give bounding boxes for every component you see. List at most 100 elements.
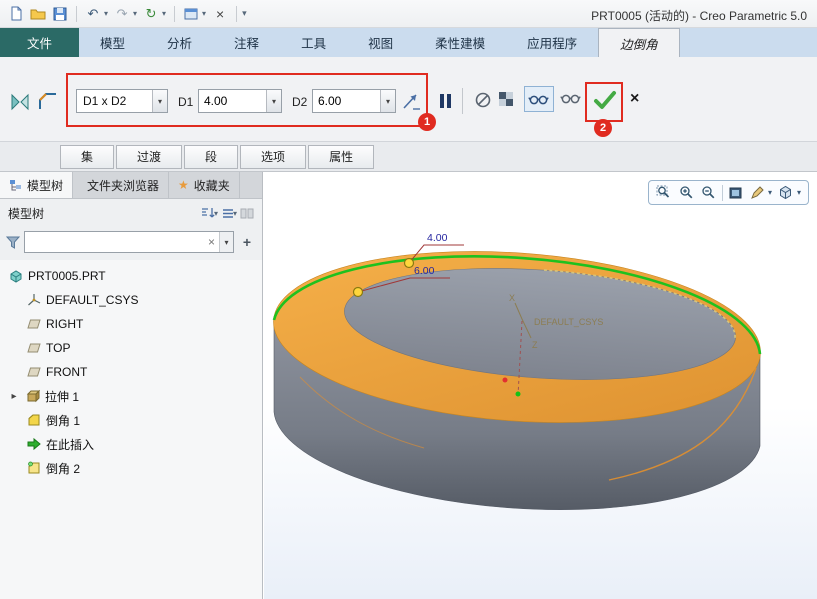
panel-tab-pieces[interactable]: 段 — [184, 145, 238, 169]
customize-toolbar-caret-icon[interactable]: ▾ — [242, 8, 247, 19]
display-style-button[interactable] — [749, 185, 765, 201]
tree-item-insert-here[interactable]: 在此插入 — [0, 432, 262, 456]
redo-icon[interactable]: ↷ — [114, 5, 130, 23]
tab-analysis[interactable]: 分析 — [146, 28, 213, 57]
panel-tab-options[interactable]: 选项 — [240, 145, 306, 169]
attached-preview-button[interactable] — [524, 86, 554, 112]
saved-views-caret-icon[interactable]: ▾ — [797, 188, 801, 197]
annotation-badge-1: 1 — [418, 113, 436, 131]
preview-checker-icon[interactable] — [498, 91, 515, 108]
panel-tab-transitions[interactable]: 过渡 — [116, 145, 182, 169]
dimension-scheme-value: D1 x D2 — [77, 90, 152, 112]
drag-handle[interactable] — [405, 259, 414, 268]
green-point — [516, 392, 521, 397]
detached-preview-button[interactable] — [560, 92, 582, 105]
d1-value-input[interactable] — [199, 90, 266, 112]
save-icon[interactable] — [52, 5, 68, 23]
d2-value-input[interactable] — [313, 90, 380, 112]
regenerate-icon[interactable]: ↻ — [143, 5, 159, 23]
tab-label: 收藏夹 — [194, 177, 230, 194]
close-window-icon[interactable]: × — [212, 5, 228, 23]
filter-funnel-icon[interactable] — [6, 236, 20, 249]
tree-filters-button[interactable]: ▾ — [200, 206, 218, 220]
dimension-d1-text[interactable]: 4.00 — [427, 232, 448, 244]
windows-icon[interactable] — [183, 5, 199, 23]
panel-tab-sets[interactable]: 集 — [60, 145, 114, 169]
expand-arrow-icon[interactable]: ▸ — [8, 391, 20, 402]
tab-tools[interactable]: 工具 — [280, 28, 347, 57]
drag-handle[interactable] — [354, 288, 363, 297]
tree-display-options-button[interactable]: ▾ — [221, 207, 237, 220]
clear-search-icon[interactable]: × — [204, 235, 219, 249]
tab-model-tree[interactable]: 模型树 — [0, 172, 73, 198]
dimension-d2-text[interactable]: 6.00 — [414, 265, 435, 277]
tree-item-top-plane[interactable]: TOP — [0, 336, 262, 360]
undo-icon[interactable]: ↶ — [85, 5, 101, 23]
model-tree-header: 模型树 ▾ ▾ — [0, 199, 262, 227]
search-caret-icon[interactable]: ▾ — [219, 232, 233, 252]
csys-icon — [26, 293, 41, 307]
tab-file[interactable]: 文件 — [0, 28, 79, 57]
flip-angle-icon[interactable] — [400, 90, 422, 112]
transitions-mode-icon[interactable] — [36, 90, 60, 114]
tab-favorites[interactable]: ★ 收藏夹 — [169, 172, 240, 198]
toolbar-separator — [76, 6, 77, 22]
tab-flexible-modeling[interactable]: 柔性建模 — [414, 28, 506, 57]
cancel-feature-button[interactable]: × — [630, 90, 639, 108]
tree-item-label: 倒角 2 — [46, 460, 80, 477]
repaint-button[interactable] — [728, 185, 744, 201]
chamfer-pending-icon — [26, 461, 41, 475]
graphics-area[interactable]: 4.00 6.00 X Z DEFAULT_CSYS — [264, 172, 817, 599]
redo-caret-icon[interactable]: ▾ — [133, 9, 137, 18]
windows-caret-icon[interactable]: ▾ — [202, 9, 206, 18]
tree-item-front-plane[interactable]: FRONT — [0, 360, 262, 384]
graphics-toolbar: ▾ ▾ — [648, 180, 809, 205]
glasses-icon — [528, 93, 550, 106]
zoom-out-button[interactable] — [700, 184, 717, 201]
zoom-in-button[interactable] — [678, 184, 695, 201]
pause-icon[interactable] — [440, 94, 451, 108]
scheme-caret-icon[interactable]: ▾ — [152, 90, 167, 112]
tree-item-default-csys[interactable]: DEFAULT_CSYS — [0, 288, 262, 312]
zoom-fit-button[interactable] — [656, 184, 673, 201]
add-filter-button[interactable]: + — [238, 233, 256, 251]
tab-applications[interactable]: 应用程序 — [506, 28, 598, 57]
datum-plane-icon — [26, 317, 41, 331]
tree-item-label: 在此插入 — [46, 436, 94, 453]
open-file-icon[interactable] — [30, 5, 46, 23]
display-style-caret-icon[interactable]: ▾ — [768, 188, 772, 197]
tab-folder-browser[interactable]: 文件夹浏览器 — [73, 172, 169, 198]
model-3d: 4.00 6.00 X Z DEFAULT_CSYS — [264, 172, 817, 599]
tab-model[interactable]: 模型 — [79, 28, 146, 57]
tab-label: 模型树 — [27, 177, 63, 194]
d1-label: D1 — [178, 95, 193, 109]
tree-columns-button[interactable] — [240, 207, 254, 220]
tree-item-label: DEFAULT_CSYS — [46, 293, 138, 307]
no-preview-icon[interactable] — [474, 91, 492, 109]
d2-combo: ▾ — [312, 89, 396, 113]
new-file-icon[interactable] — [8, 5, 24, 23]
tab-view[interactable]: 视图 — [347, 28, 414, 57]
tab-annotate[interactable]: 注释 — [213, 28, 280, 57]
toolbar-separator — [174, 6, 175, 22]
d2-caret-icon[interactable]: ▾ — [380, 90, 395, 112]
regenerate-caret-icon[interactable]: ▾ — [162, 9, 166, 18]
saved-views-button[interactable] — [777, 184, 794, 201]
tree-search-input[interactable] — [25, 232, 204, 252]
d1-caret-icon[interactable]: ▾ — [266, 90, 281, 112]
sets-mode-icon[interactable] — [8, 90, 32, 114]
undo-caret-icon[interactable]: ▾ — [104, 9, 108, 18]
chamfer-dashboard: D1 x D2 ▾ D1 ▾ D2 ▾ × 1 2 — [0, 57, 817, 141]
d2-label: D2 — [292, 95, 307, 109]
tree-item-part-root[interactable]: PRT0005.PRT — [0, 264, 262, 288]
dimension-scheme-select[interactable]: D1 x D2 ▾ — [76, 89, 168, 113]
tab-edge-chamfer[interactable]: 边倒角 — [598, 28, 680, 57]
model-tree-filter-row: × ▾ + — [0, 227, 262, 257]
tree-item-chamfer-1[interactable]: 倒角 1 — [0, 408, 262, 432]
tree-item-right-plane[interactable]: RIGHT — [0, 312, 262, 336]
tree-item-chamfer-2[interactable]: 倒角 2 — [0, 456, 262, 480]
panel-tab-properties[interactable]: 属性 — [308, 145, 374, 169]
accept-feature-button[interactable] — [592, 89, 618, 111]
csys-label[interactable]: DEFAULT_CSYS — [534, 317, 603, 327]
tree-item-extrude-1[interactable]: ▸ 拉伸 1 — [0, 384, 262, 408]
